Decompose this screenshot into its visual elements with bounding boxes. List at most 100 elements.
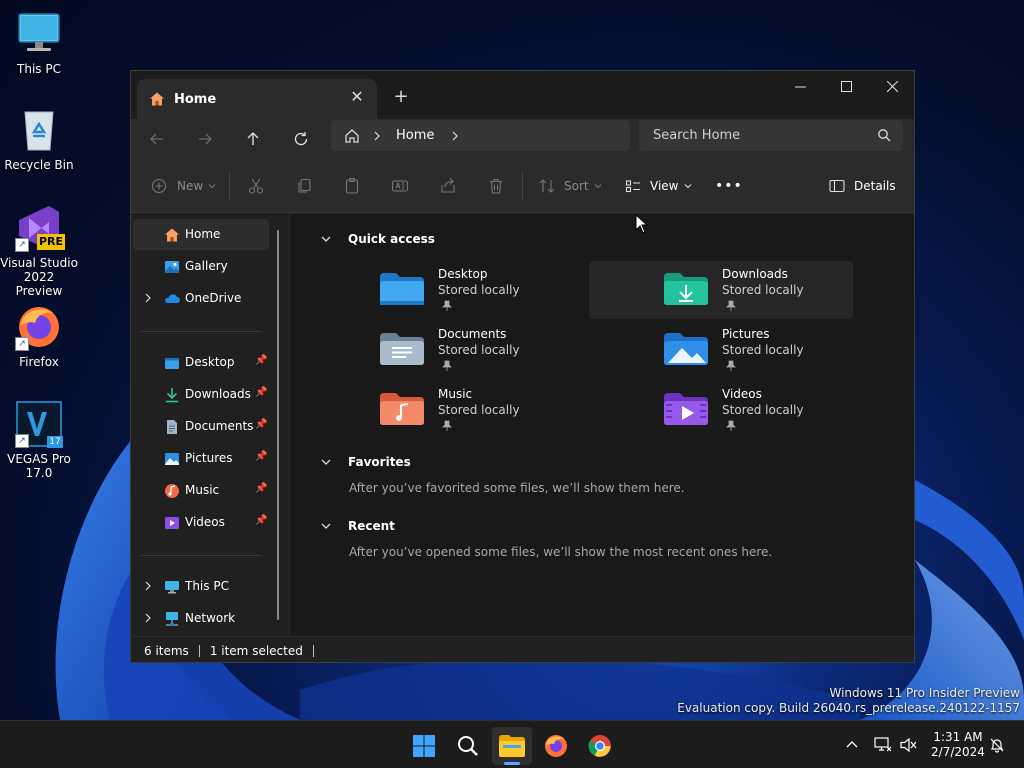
up-arrow-icon [247,132,259,145]
downloads-folder-icon [664,273,708,305]
volume-tray-button[interactable] [899,735,919,755]
tab-home[interactable]: Home ✕ [137,79,377,119]
desktop-icon-recycle-bin[interactable]: Recycle Bin [0,106,78,172]
preview-badge: PRE [37,234,65,250]
sidebar-item-pictures[interactable]: Pictures 📌 [133,443,269,474]
sidebar-item-this-pc[interactable]: This PC [133,571,269,602]
sidebar-item-label: This PC [185,579,229,593]
up-button[interactable] [239,125,267,153]
breadcrumb-home[interactable]: Home [396,128,434,143]
sort-button[interactable]: Sort [539,175,602,197]
details-button[interactable]: Details [829,175,896,197]
pin-icon: 📌 [255,483,268,494]
sidebar-item-music[interactable]: Music 📌 [133,475,269,506]
pictures-folder-icon [664,333,708,365]
visual-studio-icon: PRE ↗ [15,204,65,252]
sidebar-item-onedrive[interactable]: OneDrive [133,283,269,314]
copy-button[interactable] [295,175,313,197]
status-divider [198,644,200,657]
pin-icon [442,420,452,431]
cut-button[interactable] [247,175,265,197]
recycle-bin-icon [15,106,63,154]
section-favorites[interactable]: Favorites [320,455,411,469]
more-options-button[interactable]: ••• [715,175,743,197]
chevron-right-icon[interactable] [450,131,460,141]
folder-icon [499,735,525,757]
chrome-taskbar-button[interactable] [580,727,620,765]
search-taskbar-button[interactable] [448,727,488,765]
start-button[interactable] [404,727,444,765]
close-tab-icon[interactable]: ✕ [349,89,365,105]
section-recent[interactable]: Recent [320,519,395,533]
section-title: Quick access [348,232,435,246]
chevron-down-icon [321,459,331,465]
desktop-icon-visual-studio[interactable]: PRE ↗ Visual Studio 2022 Preview [0,204,78,298]
sidebar-divider [141,555,261,556]
chevron-right-icon[interactable] [143,292,153,304]
music-icon [165,484,179,498]
documents-folder-icon [380,333,424,365]
sidebar-item-network[interactable]: Network [133,603,269,634]
sidebar-item-documents[interactable]: Documents 📌 [133,411,269,442]
quick-access-videos[interactable]: Videos Stored locally [589,381,853,439]
sidebar-divider [141,331,261,332]
firefox-taskbar-button[interactable] [536,727,576,765]
notification-button[interactable] [987,735,1007,755]
show-hidden-icons-button[interactable] [842,735,862,755]
sidebar-item-label: Downloads [185,387,251,401]
sort-label: Sort [564,179,589,193]
vegas-pro-icon: 17 ↗ [15,400,63,448]
watermark-line-1: Windows 11 Pro Insider Preview [829,686,1020,700]
new-button[interactable]: New [151,175,216,197]
search-icon [878,129,891,142]
pin-icon: 📌 [255,515,268,526]
share-button[interactable] [439,175,457,197]
desktop-icon-label: VEGAS Pro 17.0 [7,452,71,480]
chevron-right-icon[interactable] [143,580,153,592]
file-explorer-taskbar-button[interactable] [492,727,532,765]
sidebar-item-desktop[interactable]: Desktop 📌 [133,347,269,378]
mouse-cursor-icon [635,214,649,234]
sidebar-item-videos[interactable]: Videos 📌 [133,507,269,538]
chevron-down-icon [321,236,331,242]
sidebar-item-gallery[interactable]: Gallery [133,251,269,282]
sidebar-scrollbar[interactable] [277,230,279,620]
desktop-icon-label: Firefox [19,355,59,369]
desktop-icon-vegas-pro[interactable]: 17 ↗ VEGAS Pro 17.0 [0,400,78,480]
section-quick-access[interactable]: Quick access [320,232,435,246]
close-window-button[interactable] [869,71,914,101]
rename-button[interactable] [391,175,409,197]
status-bar: 6 items 1 item selected [131,636,914,662]
new-tab-button[interactable]: + [389,85,413,109]
documents-icon [167,420,177,434]
minimize-button[interactable] [777,71,823,101]
chevron-right-icon[interactable] [143,612,153,624]
pin-icon: 📌 [255,387,268,398]
search-box[interactable]: Search Home [639,120,903,151]
view-button[interactable]: View [625,175,692,197]
network-tray-button[interactable] [873,735,893,755]
quick-access-downloads[interactable]: Downloads Stored locally [589,261,853,319]
quick-access-pictures[interactable]: Pictures Stored locally [589,321,853,379]
desktop-icon-firefox[interactable]: ↗ Firefox [0,303,78,369]
address-bar[interactable]: Home [331,120,630,151]
videos-folder-icon [664,393,708,425]
clipboard-icon [345,177,359,194]
paste-button[interactable] [343,175,361,197]
sidebar-item-downloads[interactable]: Downloads 📌 [133,379,269,410]
forward-button[interactable] [191,125,219,153]
back-button[interactable] [143,125,171,153]
desktop-icon-this-pc[interactable]: This PC [0,10,78,76]
delete-button[interactable] [487,175,505,197]
system-clock[interactable]: 1:31 AM 2/7/2024 [918,730,998,760]
card-subtitle: Stored locally [438,403,520,417]
taskbar: 1:31 AM 2/7/2024 [0,720,1024,768]
copy-icon [298,178,311,193]
recent-empty-message: After you’ve opened some files, we’ll sh… [349,545,773,559]
refresh-button[interactable] [287,125,315,153]
sidebar-item-home[interactable]: Home [133,219,269,250]
network-status-icon [874,737,892,752]
chrome-icon [588,735,611,757]
maximize-button[interactable] [823,71,869,101]
trash-icon [490,178,502,194]
